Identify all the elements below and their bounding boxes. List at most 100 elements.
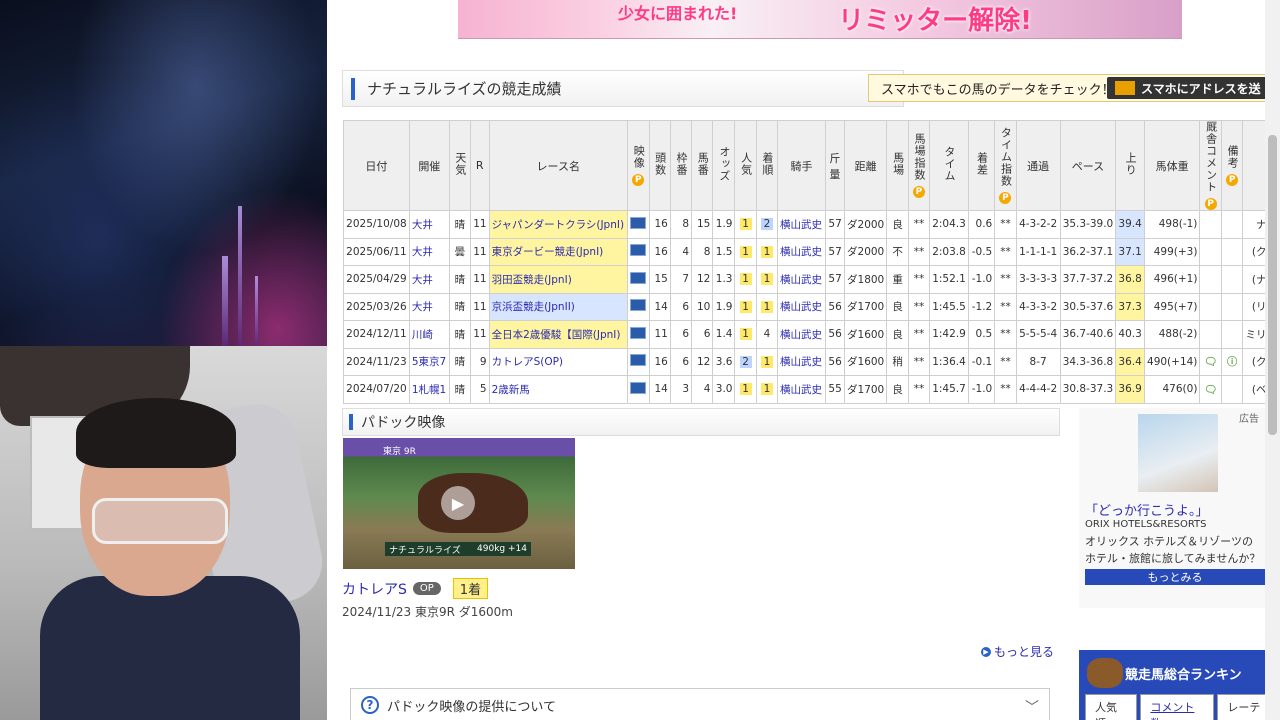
- table-cell[interactable]: 1札幌1: [408, 375, 450, 404]
- wallpaper-tower: [238, 206, 242, 346]
- play-icon[interactable]: ▶: [441, 486, 475, 520]
- table-cell[interactable]: 横山武史: [777, 237, 826, 266]
- table-cell[interactable]: 川崎: [408, 320, 450, 349]
- table-cell[interactable]: 横山武史: [777, 347, 826, 376]
- ad-banner[interactable]: 少女に囲まれた! リミッター解除!: [458, 0, 1182, 39]
- table-cell[interactable]: 横山武史: [777, 265, 826, 294]
- cell-value: ジャパンダートクラシ(JpnI): [491, 218, 625, 231]
- comment-icon[interactable]: 🗨: [1204, 356, 1217, 368]
- cell-value: **: [1000, 273, 1011, 286]
- video-icon[interactable]: [630, 216, 647, 229]
- ad-headline[interactable]: 「どっか行こうよ。」: [1085, 500, 1209, 519]
- cell-value: 30.5-37.6: [1062, 300, 1114, 313]
- cell-value: 39.4: [1118, 218, 1142, 231]
- table-cell[interactable]: 横山武史: [777, 292, 826, 321]
- table-row: 2024/11/23 5東京7 晴 9 カトレアS(OP) 16 6 12 3.6 2 1 横山武史 5…: [343, 347, 1280, 376]
- paddock-faq-accordion[interactable]: ? パドック映像の提供について ﹀: [350, 688, 1050, 720]
- table-cell: [626, 210, 650, 239]
- table-cell: 1.9: [712, 292, 736, 321]
- video-icon[interactable]: [630, 326, 647, 339]
- cell-value: 重: [892, 273, 903, 286]
- table-cell: 1.3: [712, 265, 736, 294]
- table-cell: 晴: [448, 292, 471, 321]
- ad-more-button[interactable]: もっとみる: [1085, 569, 1265, 585]
- cell-value: 1-1-1-1: [1019, 245, 1058, 258]
- cell-value: 498(-1): [1158, 218, 1198, 231]
- column-header-label: 厩舎コメント: [1204, 121, 1218, 193]
- table-cell: 6: [669, 292, 693, 321]
- table-cell[interactable]: 大井: [408, 265, 450, 294]
- cell-value: 1.5: [715, 245, 733, 258]
- ranking-tab-popular[interactable]: 人気順: [1085, 694, 1138, 720]
- table-cell: ダ2000: [843, 237, 888, 266]
- table-cell: 晴: [448, 210, 471, 239]
- cell-value: 14: [654, 300, 668, 313]
- page-scrollbar[interactable]: [1265, 0, 1280, 720]
- video-icon[interactable]: [630, 354, 647, 367]
- table-cell: 36.8: [1115, 265, 1145, 294]
- table-cell[interactable]: 横山武史: [777, 320, 826, 349]
- table-cell: 34.3-36.8: [1059, 347, 1117, 376]
- table-cell[interactable]: 大井: [408, 210, 450, 239]
- table-cell[interactable]: 横山武史: [777, 375, 826, 404]
- table-cell[interactable]: ジャパンダートクラシ(JpnI): [488, 210, 628, 239]
- cell-value: 11: [473, 218, 487, 231]
- cell-value: 6: [682, 355, 690, 368]
- webcam-hair: [76, 398, 236, 468]
- more-link[interactable]: ▶ もっと見る: [981, 643, 1054, 660]
- video-icon[interactable]: [630, 299, 647, 312]
- cell-value: ダ1600: [847, 356, 885, 369]
- comment-icon[interactable]: 🗨: [1204, 384, 1217, 396]
- video-icon[interactable]: [630, 381, 647, 394]
- table-cell[interactable]: 京浜盃競走(JpnII): [488, 292, 628, 321]
- cell-value: 0.5: [975, 328, 993, 341]
- premium-icon: P: [1226, 174, 1239, 186]
- paddock-race-name[interactable]: カトレアS: [342, 579, 407, 599]
- scrollbar-thumb[interactable]: [1268, 135, 1277, 435]
- table-cell: **: [994, 237, 1017, 266]
- table-cell: 2024/07/20: [343, 375, 410, 404]
- column-header: 着順: [755, 120, 779, 211]
- column-header: 人気: [734, 120, 757, 211]
- side-ad[interactable]: 広告 「どっか行こうよ。」 ORIX HOTELS&RESORTS オリックス …: [1079, 408, 1267, 608]
- desktop-wallpaper: [0, 0, 327, 346]
- thumbnail-race-label: 東京 9R: [383, 447, 416, 457]
- cell-value: 57: [828, 273, 842, 286]
- ad-image[interactable]: [1138, 414, 1218, 492]
- video-icon[interactable]: [630, 244, 647, 257]
- table-cell[interactable]: 5東京7: [408, 347, 450, 376]
- table-cell[interactable]: 全日本2歳優駿【国際(JpnI): [488, 320, 628, 349]
- cell-value: 14: [654, 383, 668, 396]
- desktop-left-panel: [0, 0, 327, 720]
- table-cell[interactable]: カトレアS(OP): [488, 347, 628, 376]
- table-cell[interactable]: 羽田盃競走(JpnI): [488, 265, 628, 294]
- paddock-video-thumbnail[interactable]: 東京 9R ▶ ナチュラルライズ 490kg +14: [343, 438, 575, 569]
- table-cell: ⓘ: [1220, 347, 1244, 376]
- video-icon[interactable]: [630, 271, 647, 284]
- cell-value: 不: [892, 246, 903, 259]
- table-cell: 37.7-37.2: [1059, 265, 1117, 294]
- info-icon[interactable]: ⓘ: [1227, 356, 1238, 368]
- send-to-smartphone-button[interactable]: スマホにアドレスを送: [1107, 77, 1280, 99]
- thumbnail-horse-name: ナチュラルライズ: [389, 545, 461, 556]
- horse-icon: [1087, 658, 1123, 688]
- ranking-tab-comments[interactable]: コメント数: [1140, 694, 1215, 720]
- cell-value: 56: [828, 355, 842, 368]
- table-cell: 1: [734, 265, 757, 294]
- table-cell[interactable]: 横山武史: [777, 210, 826, 239]
- table-cell[interactable]: 東京ダービー競走(JpnI): [488, 237, 628, 266]
- table-cell[interactable]: 大井: [408, 292, 450, 321]
- table-cell: **: [907, 265, 931, 294]
- table-cell: **: [994, 375, 1017, 404]
- table-cell: [626, 265, 650, 294]
- table-cell[interactable]: 大井: [408, 237, 450, 266]
- table-cell: **: [994, 292, 1017, 321]
- table-cell: 1.5: [712, 237, 736, 266]
- table-cell[interactable]: 2歳新馬: [488, 375, 628, 404]
- table-cell: 5: [469, 375, 490, 404]
- cell-value: 曇: [454, 246, 466, 259]
- table-cell: [1220, 265, 1244, 294]
- table-cell: 30.8-37.3: [1059, 375, 1117, 404]
- cell-value: 横山武史: [780, 383, 823, 396]
- column-header-label: 枠番: [674, 152, 688, 176]
